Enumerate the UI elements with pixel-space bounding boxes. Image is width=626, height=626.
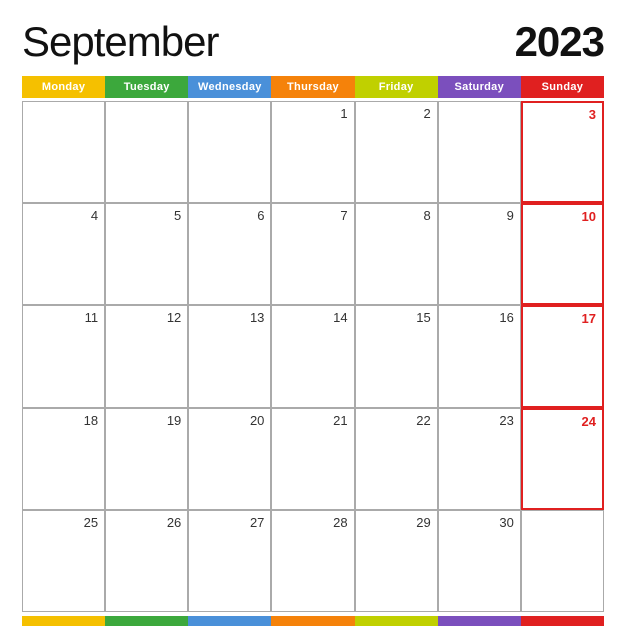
- day-number: 25: [84, 515, 98, 530]
- calendar-cell[interactable]: 10: [521, 203, 604, 305]
- day-header-monday: Monday: [22, 76, 105, 98]
- day-number: 11: [85, 310, 99, 325]
- calendar-cell[interactable]: 7: [271, 203, 354, 305]
- day-number: 18: [84, 413, 98, 428]
- calendar-cell[interactable]: 4: [22, 203, 105, 305]
- day-number: 26: [167, 515, 181, 530]
- calendar-cell[interactable]: 15: [355, 305, 438, 407]
- day-number: 7: [340, 208, 347, 223]
- day-number: 19: [167, 413, 181, 428]
- strip-sunday: [521, 616, 604, 626]
- month-title: September: [22, 18, 218, 66]
- rainbow-strip: [22, 616, 604, 626]
- day-number: 4: [91, 208, 98, 223]
- calendar-cell[interactable]: 3: [521, 101, 604, 203]
- day-number: 10: [582, 209, 596, 224]
- strip-friday: [355, 616, 438, 626]
- day-header-tuesday: Tuesday: [105, 76, 188, 98]
- calendar-cell[interactable]: 18: [22, 408, 105, 510]
- day-number: 28: [333, 515, 347, 530]
- strip-monday: [22, 616, 105, 626]
- calendar: September 2023 MondayTuesdayWednesdayThu…: [0, 0, 626, 626]
- day-number: 16: [499, 310, 513, 325]
- calendar-cell[interactable]: [188, 101, 271, 203]
- day-header-sunday: Sunday: [521, 76, 604, 98]
- calendar-grid: 1234567891011121314151617181920212223242…: [22, 101, 604, 612]
- strip-thursday: [271, 616, 354, 626]
- day-number: 20: [250, 413, 264, 428]
- calendar-header: September 2023: [22, 18, 604, 66]
- calendar-cell[interactable]: 22: [355, 408, 438, 510]
- calendar-cell[interactable]: 13: [188, 305, 271, 407]
- day-number: 12: [167, 310, 181, 325]
- calendar-cell[interactable]: 19: [105, 408, 188, 510]
- calendar-cell[interactable]: 27: [188, 510, 271, 612]
- calendar-cell[interactable]: 29: [355, 510, 438, 612]
- calendar-cell[interactable]: 14: [271, 305, 354, 407]
- day-header-wednesday: Wednesday: [188, 76, 271, 98]
- strip-tuesday: [105, 616, 188, 626]
- calendar-cell[interactable]: 23: [438, 408, 521, 510]
- calendar-cell[interactable]: 28: [271, 510, 354, 612]
- calendar-cell[interactable]: 11: [22, 305, 105, 407]
- day-number: 27: [250, 515, 264, 530]
- calendar-cell[interactable]: 26: [105, 510, 188, 612]
- day-number: 21: [333, 413, 347, 428]
- calendar-cell[interactable]: 24: [521, 408, 604, 510]
- strip-saturday: [438, 616, 521, 626]
- day-header-thursday: Thursday: [271, 76, 354, 98]
- calendar-cell[interactable]: 5: [105, 203, 188, 305]
- day-header-saturday: Saturday: [438, 76, 521, 98]
- calendar-cell[interactable]: 6: [188, 203, 271, 305]
- day-number: 22: [416, 413, 430, 428]
- day-header-friday: Friday: [355, 76, 438, 98]
- day-number: 24: [582, 414, 596, 429]
- day-number: 23: [499, 413, 513, 428]
- day-number: 15: [416, 310, 430, 325]
- day-number: 14: [333, 310, 347, 325]
- calendar-cell[interactable]: [438, 101, 521, 203]
- day-number: 17: [582, 311, 596, 326]
- calendar-cell[interactable]: 20: [188, 408, 271, 510]
- day-number: 29: [416, 515, 430, 530]
- calendar-cell[interactable]: 8: [355, 203, 438, 305]
- day-number: 5: [174, 208, 181, 223]
- calendar-cell[interactable]: 1: [271, 101, 354, 203]
- day-number: 13: [250, 310, 264, 325]
- calendar-cell[interactable]: 25: [22, 510, 105, 612]
- calendar-cell[interactable]: [105, 101, 188, 203]
- calendar-cell[interactable]: 30: [438, 510, 521, 612]
- calendar-cell[interactable]: 17: [521, 305, 604, 407]
- calendar-cell[interactable]: 21: [271, 408, 354, 510]
- strip-wednesday: [188, 616, 271, 626]
- year-title: 2023: [515, 18, 604, 66]
- day-number: 30: [499, 515, 513, 530]
- day-number: 2: [423, 106, 430, 121]
- day-number: 9: [507, 208, 514, 223]
- calendar-cell[interactable]: [521, 510, 604, 612]
- day-number: 3: [589, 107, 596, 122]
- calendar-cell[interactable]: 12: [105, 305, 188, 407]
- day-number: 8: [423, 208, 430, 223]
- calendar-cell[interactable]: 2: [355, 101, 438, 203]
- day-number: 1: [340, 106, 347, 121]
- calendar-cell[interactable]: 16: [438, 305, 521, 407]
- calendar-cell[interactable]: [22, 101, 105, 203]
- day-headers: MondayTuesdayWednesdayThursdayFridaySatu…: [22, 76, 604, 98]
- calendar-cell[interactable]: 9: [438, 203, 521, 305]
- day-number: 6: [257, 208, 264, 223]
